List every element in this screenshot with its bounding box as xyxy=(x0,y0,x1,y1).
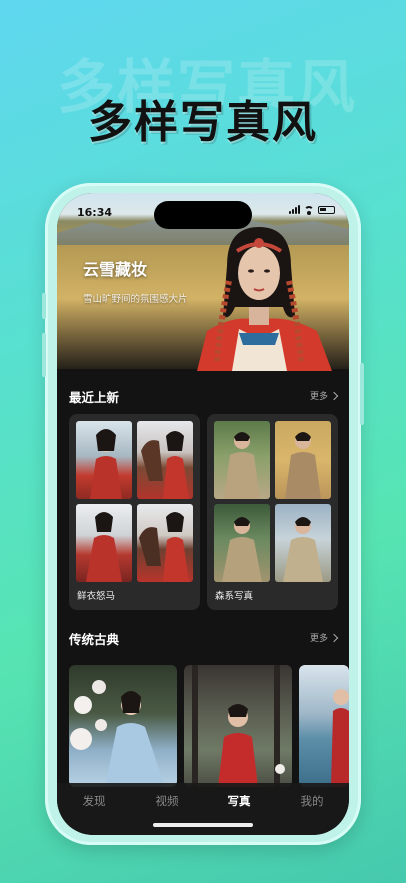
hero-subtitle: 雪山旷野间的氛围感大片 xyxy=(83,294,188,305)
phone-side-button xyxy=(42,293,46,319)
album-thumbnail xyxy=(275,421,331,499)
section-header-classic: 传统古典 更多 xyxy=(69,629,339,647)
bottom-tab-bar: 发现 视频 写真 我的 xyxy=(57,783,349,835)
chevron-right-icon xyxy=(329,633,339,642)
promo-headline: 多样写真风 xyxy=(88,97,318,148)
album-thumbnail xyxy=(76,421,132,499)
more-label: 更多 xyxy=(309,634,328,644)
chevron-right-icon xyxy=(329,391,339,400)
album-thumbnail xyxy=(275,504,331,582)
album-thumbnail xyxy=(214,504,270,582)
signal-icon xyxy=(289,205,300,214)
dynamic-island xyxy=(154,201,252,229)
album-card[interactable]: 鲜衣怒马 xyxy=(69,414,200,610)
album-thumbnail xyxy=(214,421,270,499)
status-time: 16:34 xyxy=(77,206,113,219)
album-thumbnail xyxy=(137,504,193,582)
hero-title: 云雪藏妆 xyxy=(83,260,148,279)
tab-portrait[interactable]: 写真 xyxy=(214,793,264,809)
phone-side-button xyxy=(360,363,364,425)
album-title: 鲜衣怒马 xyxy=(77,591,116,602)
tab-video[interactable]: 视频 xyxy=(142,793,192,809)
album-cover[interactable] xyxy=(184,665,292,787)
album-cover[interactable] xyxy=(299,665,349,787)
battery-icon xyxy=(318,205,335,214)
tab-discover[interactable]: 发现 xyxy=(69,793,119,809)
section-title: 最近上新 xyxy=(69,390,120,405)
phone-mockup: 云雪藏妆 雪山旷野间的氛围感大片 16:34 最近上新 更多 鲜衣怒马 森系写真… xyxy=(42,183,364,845)
album-thumbnail xyxy=(76,504,132,582)
more-label: 更多 xyxy=(309,392,328,402)
album-thumbnail xyxy=(137,421,193,499)
phone-side-button xyxy=(42,333,46,377)
app-screen: 云雪藏妆 雪山旷野间的氛围感大片 16:34 最近上新 更多 鲜衣怒马 森系写真… xyxy=(57,193,349,835)
wifi-icon xyxy=(304,205,314,215)
more-link[interactable]: 更多 xyxy=(309,631,339,644)
hero-portrait-image xyxy=(197,227,332,371)
more-link[interactable]: 更多 xyxy=(309,389,339,402)
status-icons xyxy=(289,205,335,215)
album-title: 森系写真 xyxy=(215,591,254,602)
album-cover[interactable] xyxy=(69,665,177,787)
album-card[interactable]: 森系写真 xyxy=(207,414,338,610)
home-indicator xyxy=(153,823,253,827)
tab-me[interactable]: 我的 xyxy=(287,793,337,809)
section-title: 传统古典 xyxy=(69,632,120,647)
section-header-recent: 最近上新 更多 xyxy=(69,387,339,405)
